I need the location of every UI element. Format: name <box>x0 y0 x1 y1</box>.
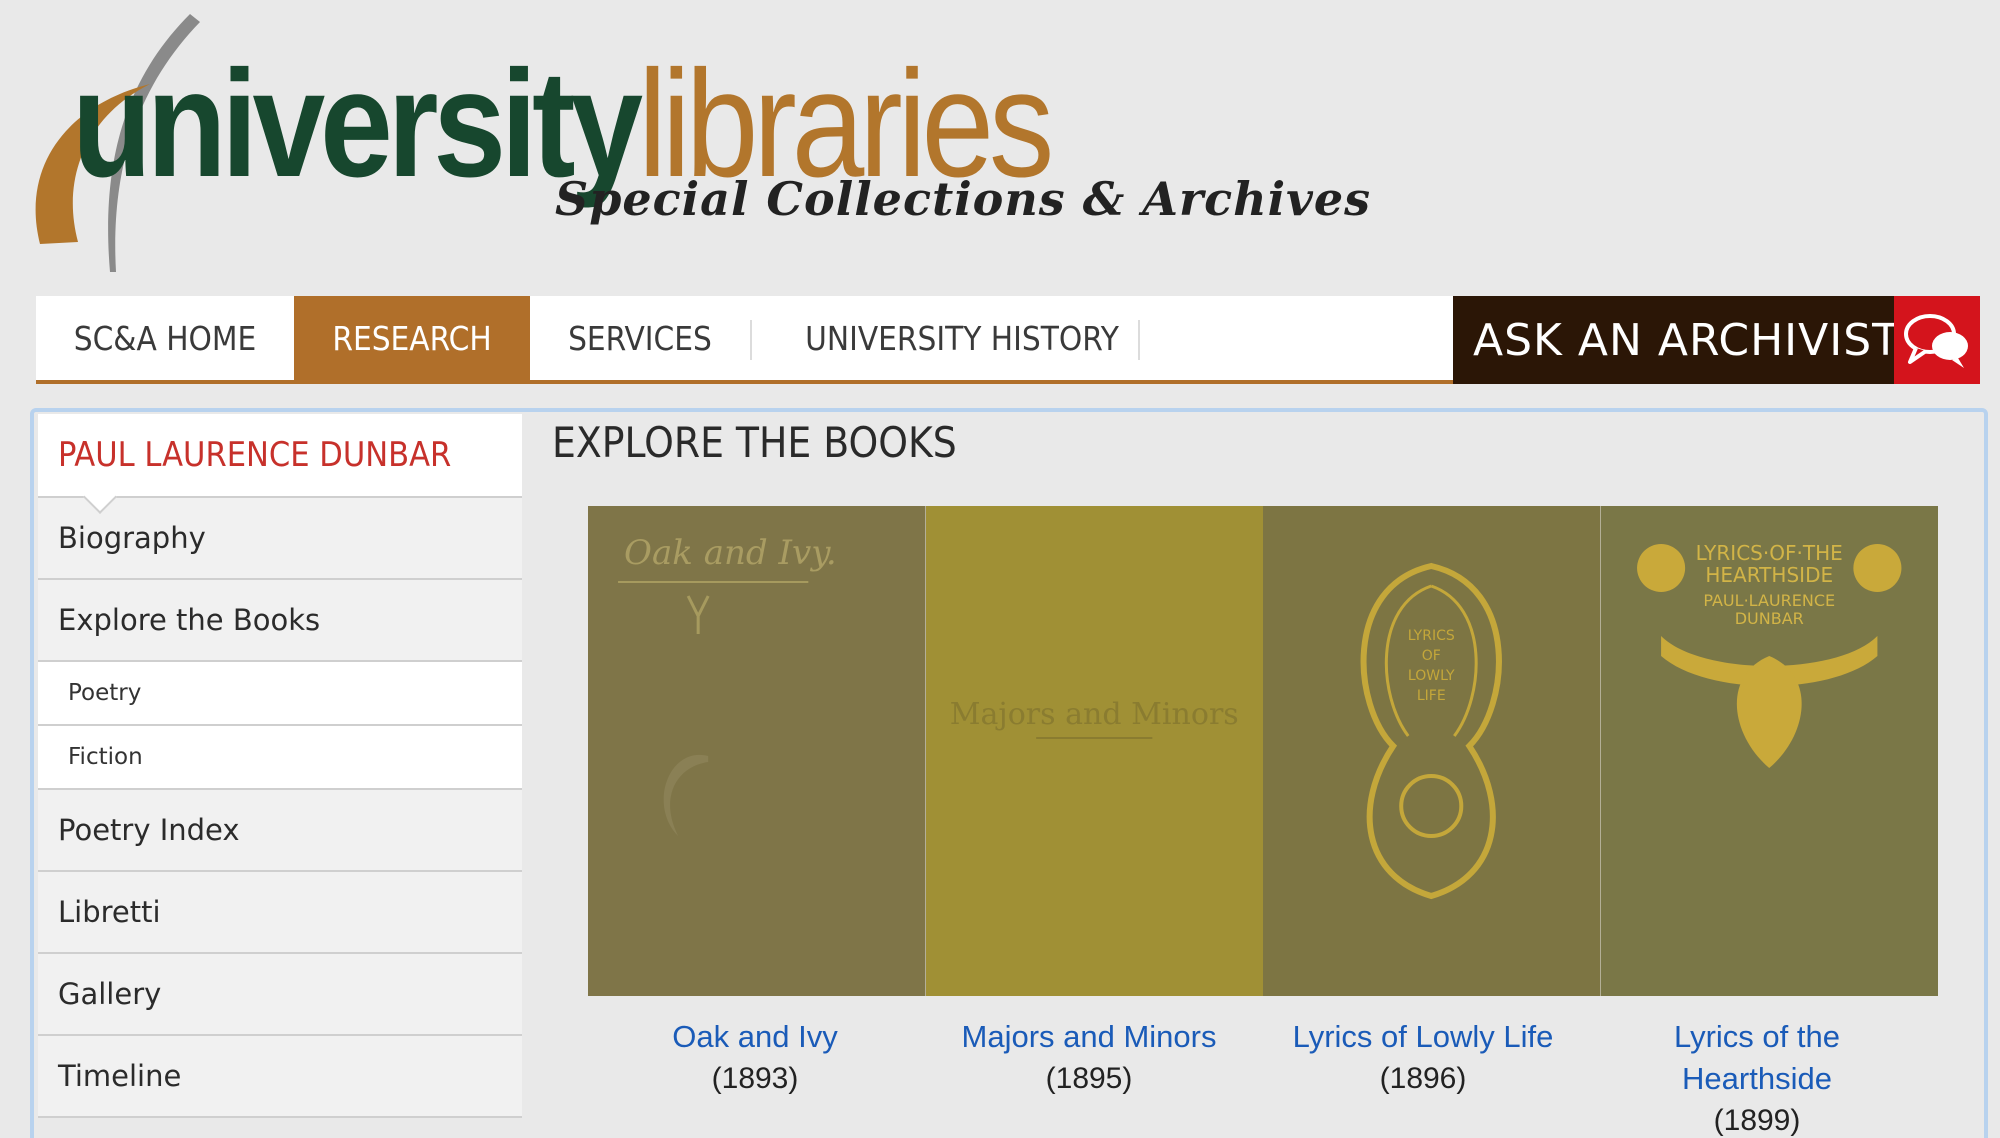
sidebar-subitem-fiction[interactable]: Fiction <box>38 726 522 790</box>
svg-text:LYRICS: LYRICS <box>1408 628 1455 644</box>
cover-title-text: Oak and Ivy. <box>624 533 837 573</box>
nav-item-university-history[interactable]: UNIVERSITY HISTORY <box>752 296 1172 380</box>
cover-background <box>588 506 926 996</box>
ask-an-archivist-label: ASK AN ARCHIVIST <box>1473 314 1901 366</box>
sidebar-item-libretti[interactable]: Libretti <box>38 872 522 954</box>
book-link-majors-and-minors[interactable]: Majors and Minors <box>922 1016 1256 1058</box>
logo-word-university: university <box>72 39 643 209</box>
svg-text:HEARTHSIDE: HEARTHSIDE <box>1705 563 1833 587</box>
book-cover-majors-and-minors[interactable]: Majors and Minors <box>925 506 1263 996</box>
book-cover-oak-and-ivy[interactable]: Oak and Ivy. <box>588 506 926 996</box>
sidebar-title-label: PAUL LAURENCE DUNBAR <box>58 435 452 475</box>
main-nav: SC&A HOME RESEARCH SERVICES UNIVERSITY H… <box>36 296 1980 384</box>
cover-background <box>1263 506 1601 996</box>
book-year: (1896) <box>1379 1062 1467 1095</box>
svg-text:DUNBAR: DUNBAR <box>1734 609 1803 628</box>
book-cover-lyrics-of-lowly-life[interactable]: LYRICS OF LOWLY LIFE <box>1263 506 1601 996</box>
page-title: EXPLORE THE BOOKS <box>552 418 957 467</box>
book-cover-lyrics-of-the-hearthside[interactable]: LYRICS·OF·THE HEARTHSIDE PAUL·LAURENCE D… <box>1600 506 1938 996</box>
book-caption: Lyrics of the Hearthside (1899) <box>1590 1016 1924 1138</box>
nav-item-services[interactable]: SERVICES <box>530 296 750 380</box>
sidebar-item-gallery[interactable]: Gallery <box>38 954 522 1036</box>
nav-item-home[interactable]: SC&A HOME <box>36 296 294 380</box>
book-caption: Lyrics of Lowly Life (1896) <box>1256 1016 1590 1138</box>
sidebar-item-biography[interactable]: Biography <box>38 498 522 580</box>
cover-background <box>925 506 1263 996</box>
svg-text:LOWLY: LOWLY <box>1408 668 1455 684</box>
book-year: (1895) <box>1045 1062 1133 1095</box>
sidebar-item-explore-the-books[interactable]: Explore the Books <box>38 580 522 662</box>
book-captions: Oak and Ivy (1893) Majors and Minors (18… <box>588 1016 1924 1138</box>
svg-text:OF: OF <box>1422 648 1441 664</box>
book-covers: Oak and Ivy. Majors and Minors LYRICS OF… <box>588 506 1938 996</box>
svg-text:PAUL·LAURENCE: PAUL·LAURENCE <box>1703 591 1835 610</box>
book-year: (1899) <box>1713 1104 1801 1137</box>
cover-title-text: Majors and Minors <box>949 697 1238 732</box>
logo-tagline: Special Collections & Archives <box>555 172 1371 226</box>
book-link-lyrics-of-lowly-life[interactable]: Lyrics of Lowly Life <box>1256 1016 1590 1058</box>
book-link-lyrics-of-the-hearthside[interactable]: Lyrics of the Hearthside <box>1590 1016 1924 1100</box>
book-caption: Oak and Ivy (1893) <box>588 1016 922 1138</box>
sidebar-subitem-poetry[interactable]: Poetry <box>38 662 522 726</box>
sidebar-title[interactable]: PAUL LAURENCE DUNBAR <box>38 414 522 514</box>
sidebar-item-timeline[interactable]: Timeline <box>38 1036 522 1118</box>
sidebar: PAUL LAURENCE DUNBAR Biography Explore t… <box>38 414 522 1138</box>
chat-bubbles-icon <box>1894 296 1980 384</box>
sidebar-item-poetry-index[interactable]: Poetry Index <box>38 790 522 872</box>
svg-text:LYRICS·OF·THE: LYRICS·OF·THE <box>1695 541 1842 565</box>
svg-text:LIFE: LIFE <box>1417 688 1446 704</box>
book-caption: Majors and Minors (1895) <box>922 1016 1256 1138</box>
nav-divider <box>1138 320 1140 360</box>
nav-item-research[interactable]: RESEARCH <box>294 296 530 380</box>
ask-an-archivist-button[interactable]: ASK AN ARCHIVIST <box>1453 296 1980 384</box>
book-link-oak-and-ivy[interactable]: Oak and Ivy <box>588 1016 922 1058</box>
book-year: (1893) <box>711 1062 799 1095</box>
site-header: universitylibraries Special Collections … <box>0 0 2000 295</box>
